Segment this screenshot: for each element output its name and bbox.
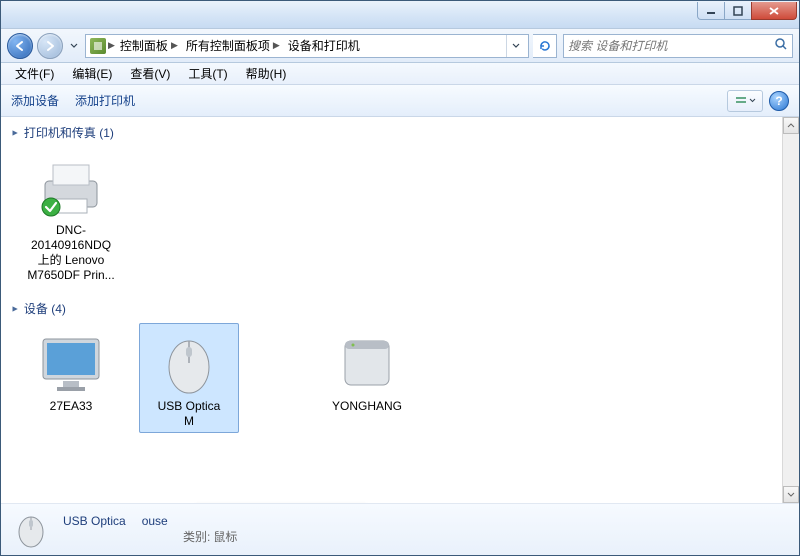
collapse-icon: ▲ — [10, 128, 20, 137]
details-category-label: 类别: — [183, 530, 210, 544]
device-label: DNC-20140916NDQ 上的 Lenovo M7650DF Prin..… — [25, 223, 117, 283]
minimize-button[interactable] — [697, 2, 725, 20]
chevron-right-icon: ▶ — [108, 40, 115, 51]
breadcrumb-item[interactable]: 控制面板 ▶ — [117, 37, 181, 54]
arrow-left-icon — [13, 39, 27, 53]
device-label: YONGHANG — [332, 399, 402, 414]
menu-tools[interactable]: 工具(T) — [180, 63, 235, 84]
address-dropdown[interactable] — [506, 35, 524, 57]
group-title: 设备 (4) — [24, 300, 66, 317]
group-title: 打印机和传真 (1) — [24, 124, 114, 141]
add-device-button[interactable]: 添加设备 — [11, 92, 59, 109]
chevron-up-icon — [787, 122, 795, 130]
nav-history-dropdown[interactable] — [67, 33, 81, 59]
chevron-right-icon: ▶ — [273, 40, 280, 51]
view-options-button[interactable] — [727, 90, 763, 112]
refresh-icon — [538, 39, 552, 53]
details-title: USB Optica — [63, 514, 126, 528]
refresh-button[interactable] — [533, 34, 557, 58]
mouse-icon — [153, 327, 225, 399]
details-text: USB Optical Mouse 类别: 鼠标 — [63, 514, 237, 545]
device-label: USB OpticaM — [158, 399, 221, 429]
chevron-down-icon — [512, 42, 520, 50]
breadcrumb-item[interactable]: 所有控制面板项 ▶ — [183, 37, 283, 54]
menu-file[interactable]: 文件(F) — [7, 63, 62, 84]
details-category-value: 鼠标 — [213, 530, 237, 544]
vertical-scrollbar[interactable] — [782, 117, 799, 503]
device-item-printer[interactable]: DNC-20140916NDQ 上的 Lenovo M7650DF Prin..… — [21, 147, 121, 287]
device-item-drive[interactable]: YONGHANG — [317, 323, 417, 433]
maximize-button[interactable] — [724, 2, 752, 20]
titlebar — [1, 1, 799, 29]
explorer-window: ▶ 控制面板 ▶ 所有控制面板项 ▶ 设备和打印机 文件(F) 编辑(E) 查看… — [0, 0, 800, 556]
chevron-right-icon: ▶ — [171, 40, 178, 51]
scroll-up-button[interactable] — [783, 117, 799, 134]
search-box[interactable] — [563, 34, 793, 58]
monitor-icon — [35, 327, 107, 399]
view-icon — [735, 95, 747, 107]
menu-help[interactable]: 帮助(H) — [238, 63, 295, 84]
close-button[interactable] — [751, 2, 797, 20]
search-input[interactable] — [568, 39, 774, 53]
address-bar[interactable]: ▶ 控制面板 ▶ 所有控制面板项 ▶ 设备和打印机 — [85, 34, 529, 58]
navbar: ▶ 控制面板 ▶ 所有控制面板项 ▶ 设备和打印机 — [1, 29, 799, 63]
toolbar: 添加设备 添加打印机 ? — [1, 85, 799, 117]
group-header-devices[interactable]: ▲ 设备 (4) — [9, 297, 774, 323]
minimize-icon — [706, 6, 716, 16]
maximize-icon — [733, 6, 743, 16]
forward-button[interactable] — [37, 33, 63, 59]
group-header-printers[interactable]: ▲ 打印机和传真 (1) — [9, 121, 774, 147]
device-label: 27EA33 — [50, 399, 93, 414]
control-panel-icon — [90, 38, 106, 54]
menubar: 文件(F) 编辑(E) 查看(V) 工具(T) 帮助(H) — [1, 63, 799, 85]
back-button[interactable] — [7, 33, 33, 59]
collapse-icon: ▲ — [10, 304, 20, 313]
arrow-right-icon — [43, 39, 57, 53]
add-printer-button[interactable]: 添加打印机 — [75, 92, 135, 109]
printer-icon — [35, 151, 107, 223]
device-item-monitor[interactable]: 27EA33 — [21, 323, 121, 433]
drive-icon — [331, 327, 403, 399]
close-icon — [768, 6, 780, 16]
help-icon: ? — [775, 94, 782, 108]
chevron-down-icon — [787, 491, 795, 499]
window-controls — [698, 2, 797, 20]
content-area: ▲ 打印机和传真 (1) DNC-20140916NDQ 上的 Leno — [1, 117, 799, 503]
mouse-icon — [11, 510, 51, 550]
details-pane: USB Optical Mouse 类别: 鼠标 — [1, 503, 799, 555]
chevron-down-icon — [749, 97, 756, 104]
menu-edit[interactable]: 编辑(E) — [64, 63, 120, 84]
scroll-down-button[interactable] — [783, 486, 799, 503]
chevron-down-icon — [70, 42, 78, 50]
help-button[interactable]: ? — [769, 91, 789, 111]
search-icon[interactable] — [774, 37, 788, 54]
menu-view[interactable]: 查看(V) — [122, 63, 178, 84]
breadcrumb-item[interactable]: 设备和打印机 — [285, 37, 363, 54]
device-item-mouse[interactable]: USB OpticaM — [139, 323, 239, 433]
